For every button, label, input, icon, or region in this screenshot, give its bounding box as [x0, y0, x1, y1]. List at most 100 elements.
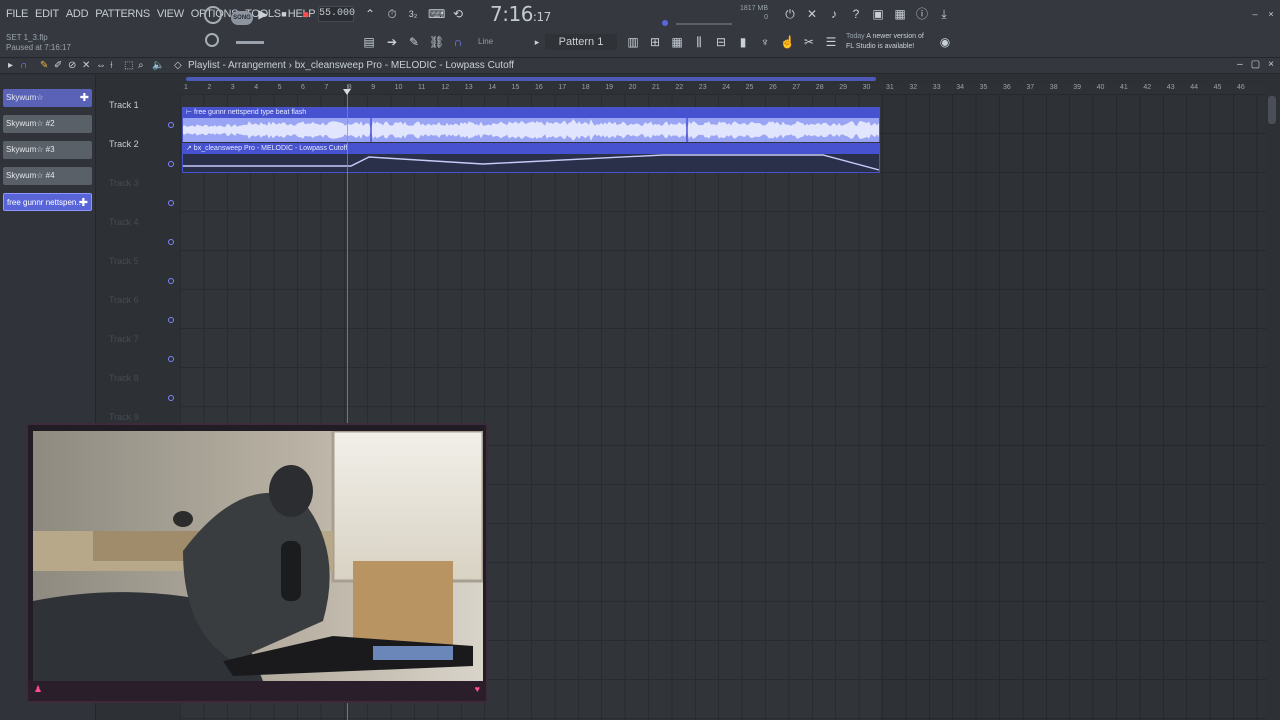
menu-view[interactable]: VIEW — [157, 8, 184, 20]
track-header[interactable]: Track 1 — [103, 94, 178, 133]
mute-icon[interactable]: ✕ — [82, 60, 90, 71]
link-icon[interactable]: ⛓ — [429, 35, 444, 49]
memory-readout: 1817 MB 0 — [740, 4, 768, 22]
tempo-display[interactable]: 55.000 — [318, 6, 355, 22]
wrench-icon[interactable]: ✂ — [802, 35, 816, 49]
brush-icon[interactable]: ✐ — [54, 60, 62, 71]
minimize-app-icon[interactable]: – — [1248, 7, 1262, 21]
delete-icon[interactable]: ⊘ — [68, 60, 76, 71]
slip-icon[interactable]: ⇔ — [96, 60, 106, 71]
ruler-tick-label: 23 — [698, 84, 707, 91]
project-icon[interactable]: ▮ — [736, 35, 750, 49]
horizontal-scrollbar[interactable] — [186, 77, 876, 81]
track-mute-led[interactable] — [168, 239, 174, 245]
countdown-icon[interactable]: 3₂ — [406, 7, 420, 21]
plugin-icon[interactable]: ▦ — [893, 7, 907, 21]
picker-item[interactable]: free gunnr nettspen.. ✚ — [3, 193, 92, 211]
power-icon[interactable]: ⏻ — [783, 7, 797, 21]
ruler-tick-label: 5 — [277, 84, 282, 91]
close-app-icon[interactable]: × — [1264, 7, 1278, 21]
browser-icon[interactable]: ⊟ — [714, 35, 728, 49]
magnet-icon[interactable]: ∩ — [451, 35, 465, 49]
vertical-scrollbar[interactable] — [1268, 96, 1276, 124]
magnet-icon[interactable]: ∩ — [20, 60, 27, 71]
loop-record-icon[interactable]: ⟲ — [451, 7, 465, 21]
add-pattern-icon[interactable]: ✚ — [80, 89, 89, 107]
close-icon[interactable]: × — [1268, 59, 1274, 70]
track-mute-led[interactable] — [168, 317, 174, 323]
track-mute-led[interactable] — [168, 278, 174, 284]
minimize-icon[interactable]: – — [1237, 59, 1243, 70]
mixer-icon[interactable]: ⫼ — [692, 35, 706, 49]
track-header[interactable]: Track 6 — [103, 289, 178, 328]
save-icon[interactable]: ▣ — [871, 7, 885, 21]
track-mute-led[interactable] — [168, 122, 174, 128]
automation-clip[interactable]: ↗ bx_cleansweep Pro - MELODIC - Lowpass … — [182, 143, 880, 173]
picker-item[interactable]: Skywum☆ ✚ — [3, 89, 92, 107]
help-icon[interactable]: ? — [849, 7, 863, 21]
track-mute-led[interactable] — [168, 161, 174, 167]
picker-item[interactable]: Skywum☆ #2 — [3, 115, 92, 133]
touch-icon[interactable]: ☝ — [780, 35, 795, 49]
menu-file[interactable]: FILE — [6, 8, 28, 20]
pattern-selector[interactable]: Pattern 1 — [545, 34, 617, 50]
pattern-prev-icon[interactable]: ▸ — [530, 35, 544, 49]
master-volume-slider[interactable] — [236, 41, 264, 44]
track-header[interactable]: Track 4 — [103, 211, 178, 250]
play-icon[interactable]: ▶ — [256, 7, 270, 21]
account-icon[interactable]: ◉ — [938, 35, 952, 49]
piano-roll-window-icon[interactable]: ▦ — [670, 35, 684, 49]
zoom-icon[interactable]: ⌕ — [138, 60, 144, 71]
picker-item[interactable]: Skywum☆ #4 — [3, 167, 92, 185]
playhead-marker-icon[interactable] — [343, 89, 351, 95]
track-header[interactable]: Track 8 — [103, 367, 178, 406]
plugin-db-icon[interactable]: ♆ — [758, 35, 772, 49]
ruler-tick-label: 17 — [558, 84, 567, 91]
stop-icon[interactable]: ■ — [277, 7, 291, 21]
microphone-icon[interactable]: ♪ — [827, 7, 841, 21]
typing-keyboard-icon[interactable]: ⌨ — [428, 7, 445, 21]
audio-clip[interactable]: ⊢ free gunnr nettspend type beat flash — [182, 107, 880, 142]
track-header[interactable]: Track 2 — [103, 133, 178, 172]
add-pattern-icon[interactable]: ✚ — [79, 194, 88, 212]
track-header[interactable]: Track 7 — [103, 328, 178, 367]
tools-icon[interactable]: ✕ — [805, 7, 819, 21]
track-name: Track 4 — [109, 217, 139, 227]
arrow-icon[interactable]: ➔ — [385, 35, 399, 49]
picker-item[interactable]: Skywum☆ #3 — [3, 141, 92, 159]
playlist-icon[interactable]: ▥ — [626, 35, 640, 49]
maximize-icon[interactable]: ▢ — [1251, 59, 1260, 70]
playlist-arrow-icon[interactable]: ◇ — [174, 60, 182, 71]
song-mode-toggle[interactable]: SONG — [231, 11, 253, 25]
pencil-icon[interactable]: ✎ — [40, 60, 48, 71]
menu-edit[interactable]: EDIT — [35, 8, 59, 20]
track-mute-led[interactable] — [168, 356, 174, 362]
track-mute-led[interactable] — [168, 395, 174, 401]
track-header[interactable]: Track 3 — [103, 172, 178, 211]
download-icon[interactable]: ⤓ — [937, 7, 951, 21]
channel-rack-icon[interactable]: ⊞ — [648, 35, 662, 49]
news-panel[interactable]: Today A newer version of FL Studio is av… — [846, 32, 924, 52]
metronome-icon[interactable]: ⏱ — [385, 7, 399, 21]
playlist-name: Playlist - Arrangement — [188, 60, 286, 71]
snap-mode[interactable]: Line — [478, 37, 493, 46]
menu-patterns[interactable]: PATTERNS — [95, 8, 150, 20]
slice-icon[interactable]: ⟊ — [110, 60, 113, 71]
track-header[interactable]: Track 5 — [103, 250, 178, 289]
cpu-meter-icon — [204, 6, 222, 24]
master-pitch-knob[interactable] — [205, 33, 219, 47]
select-icon[interactable]: ⬚ — [124, 60, 133, 71]
ruler-tick-label: 6 — [301, 84, 305, 91]
project-file: SET 1_3.flp — [6, 33, 48, 42]
info-icon[interactable]: ⓘ — [915, 7, 929, 21]
playback-icon[interactable]: 🔈 — [152, 60, 164, 71]
playlist-titlebar: ▸ ∩ ✎ ✐ ⊘ ✕ ⇔ ⟊ ⬚ ⌕ 🔈 ◇ Playlist - Arran… — [0, 58, 1280, 74]
brush-icon[interactable]: ✎ — [407, 35, 421, 49]
step-icon[interactable]: ⌃ — [363, 7, 377, 21]
record-icon[interactable]: ● — [299, 7, 313, 21]
track-mute-led[interactable] — [168, 200, 174, 206]
menu-add[interactable]: ADD — [66, 8, 89, 20]
playlist-menu-icon[interactable]: ▸ — [8, 60, 13, 71]
notes-icon[interactable]: ☰ — [824, 35, 838, 49]
piano-roll-icon[interactable]: ▤ — [362, 35, 376, 49]
